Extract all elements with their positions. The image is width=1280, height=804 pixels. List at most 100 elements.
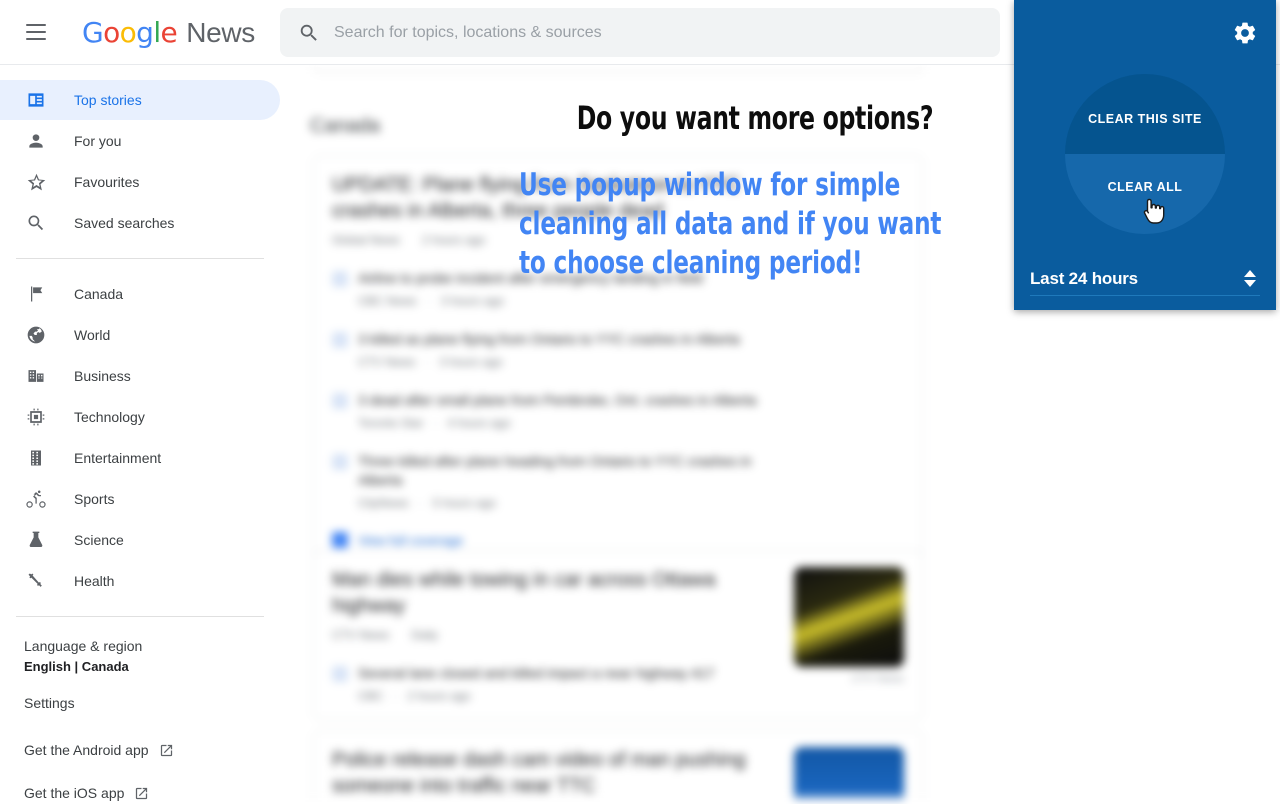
sidebar-item-canada[interactable]: Canada (0, 274, 280, 314)
clear-all-button[interactable]: CLEAR ALL (1065, 154, 1225, 234)
search-icon (298, 22, 320, 44)
list-item[interactable]: 3 killed as plane flying from Ontario to… (332, 330, 904, 369)
article-source: CityNews (358, 496, 409, 510)
language-region-value: English | Canada (24, 659, 129, 674)
article-thumbnail (794, 567, 904, 667)
article-source: CBC News (358, 294, 417, 308)
time-period-value: Last 24 hours (1030, 268, 1138, 288)
sidebar-item-saved-searches[interactable]: Saved searches (0, 203, 280, 243)
ios-app-link[interactable]: Get the iOS app (24, 783, 280, 804)
article-time: 3 hours ago (440, 294, 505, 308)
article-time: 2 hours ago (407, 689, 471, 703)
sidebar-item-label: For you (74, 133, 122, 149)
article-time: 2 hours ago (422, 233, 486, 247)
clear-this-site-button[interactable]: CLEAR THIS SITE (1065, 74, 1225, 154)
android-app-label: Get the Android app (24, 742, 149, 758)
full-coverage-icon (332, 532, 348, 548)
source-badge-icon (332, 454, 348, 470)
chip-icon (24, 405, 48, 429)
person-icon (24, 129, 48, 153)
sidebar-item-label: Science (74, 532, 124, 548)
article-thumbnail (794, 747, 904, 800)
sidebar-item-label: Saved searches (74, 215, 175, 231)
sidebar-item-label: Favourites (74, 174, 140, 190)
clear-all-label: CLEAR ALL (1107, 180, 1183, 194)
article-source: Global News (332, 233, 401, 247)
language-region-label: Language & region (24, 638, 143, 654)
article-source: Toronto Star (358, 416, 424, 430)
sidebar-item-favourites[interactable]: Favourites (0, 162, 280, 202)
article-meta: CTV News · 3 hours ago (358, 355, 503, 369)
list-item[interactable]: Several lane closed and killed impact a … (332, 664, 794, 703)
flag-icon (24, 282, 48, 306)
time-period-select[interactable]: Last 24 hours (1030, 262, 1260, 296)
sidebar-divider (16, 616, 264, 617)
sidebar-item-world[interactable]: World (0, 315, 280, 355)
article-time: 3 hours ago (439, 355, 503, 369)
list-item[interactable]: Airline to probe incident after emergenc… (332, 269, 904, 308)
source-badge-icon (332, 393, 348, 409)
top-stories-icon (24, 88, 48, 112)
article-title[interactable]: UPDATE: Plane flying from Saskatoon to Y… (332, 172, 762, 224)
article-meta: CBC · 2 hours ago (358, 689, 471, 703)
sidebar-item-for-you[interactable]: For you (0, 121, 280, 161)
android-app-link[interactable]: Get the Android app (24, 740, 280, 761)
article-title[interactable]: 3 killed as plane flying from Ontario to… (358, 330, 740, 349)
settings-link[interactable]: Settings (24, 693, 280, 714)
sidebar: Top stories For you Favourites Saved sea… (0, 65, 280, 801)
gear-icon[interactable] (1230, 18, 1260, 48)
article-card[interactable]: Man dies while towing in car across Otta… (313, 550, 923, 720)
article-title[interactable]: Police release dash cam video of man pus… (332, 747, 782, 799)
language-region-setting[interactable]: Language & region English | Canada (24, 636, 280, 677)
sidebar-footer: Language & region English | Canada Setti… (0, 632, 280, 804)
google-news-logo[interactable]: Google News (82, 16, 255, 49)
clear-this-site-label: CLEAR THIS SITE (1088, 112, 1202, 126)
sidebar-item-label: Entertainment (74, 450, 162, 466)
google-wordmark: Google (82, 15, 178, 49)
search-input[interactable] (334, 8, 1000, 57)
clear-dial[interactable]: CLEAR THIS SITE CLEAR ALL (1065, 74, 1225, 234)
sidebar-item-label: Canada (74, 286, 124, 302)
list-item[interactable]: Three killed after plane heading from On… (332, 452, 904, 510)
thumbnail-caption: CTV News (851, 673, 904, 685)
article-card[interactable]: Police release dash cam video of man pus… (313, 730, 923, 800)
ios-app-label: Get the iOS app (24, 785, 125, 801)
full-coverage-label[interactable]: View full coverage (358, 533, 463, 548)
article-time: 5 hours ago (432, 496, 497, 510)
sidebar-divider (16, 258, 264, 259)
article-source: CBC (358, 689, 384, 703)
sidebar-item-business[interactable]: Business (0, 356, 280, 396)
article-title[interactable]: Man dies while towing in car across Otta… (332, 567, 794, 619)
hamburger-menu-icon[interactable] (12, 8, 60, 56)
article-title[interactable]: Airline to probe incident after emergenc… (358, 269, 703, 288)
sidebar-item-top-stories[interactable]: Top stories (0, 80, 280, 120)
article-meta: CTV News Daily (332, 628, 794, 642)
sidebar-item-sports[interactable]: Sports (0, 479, 280, 519)
section-title: Canada (310, 115, 381, 137)
article-card[interactable]: UPDATE: Plane flying from Saskatoon to Y… (313, 155, 923, 565)
globe-icon (24, 323, 48, 347)
article-title[interactable]: Three killed after plane heading from On… (358, 452, 758, 490)
sidebar-item-science[interactable]: Science (0, 520, 280, 560)
sidebar-item-entertainment[interactable]: Entertainment (0, 438, 280, 478)
sidebar-item-health[interactable]: Health (0, 561, 280, 601)
search-bar[interactable] (280, 8, 1000, 57)
article-meta: Global News 2 hours ago (332, 233, 904, 247)
building-icon (24, 364, 48, 388)
card-stub-top (313, 65, 923, 73)
article-meta: CityNews · 5 hours ago (358, 496, 497, 510)
article-meta: CBC News · 3 hours ago (358, 294, 505, 308)
flask-icon (24, 528, 48, 552)
article-meta: Toronto Star · 4 hours ago (358, 416, 511, 430)
article-title[interactable]: 3 dead after small plane from Pembroke, … (358, 391, 756, 410)
article-title[interactable]: Several lane closed and killed impact a … (358, 664, 714, 683)
full-coverage-link[interactable]: View full coverage (332, 532, 904, 548)
article-source: CTV News (358, 355, 416, 369)
extension-popup[interactable]: CLEAR THIS SITE CLEAR ALL Last 24 hours (1014, 0, 1276, 310)
search-icon (24, 211, 48, 235)
product-name: News (186, 16, 256, 48)
star-outline-icon (24, 170, 48, 194)
sidebar-item-technology[interactable]: Technology (0, 397, 280, 437)
list-item[interactable]: 3 dead after small plane from Pembroke, … (332, 391, 904, 430)
up-down-spinner-icon[interactable] (1244, 270, 1256, 287)
